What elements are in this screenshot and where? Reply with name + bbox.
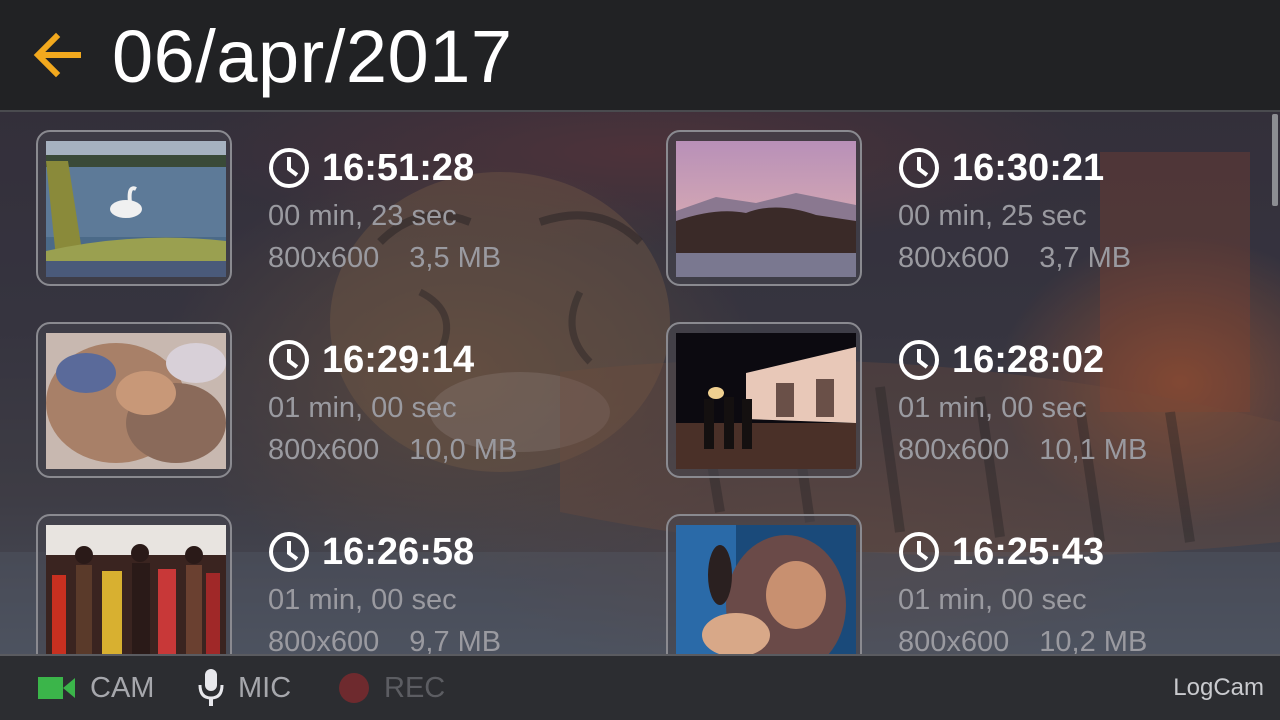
- recording-duration: 00 min, 23 sec: [268, 200, 457, 232]
- recording-file-size: 3,7 MB: [1039, 242, 1132, 274]
- rec-label: REC: [384, 671, 446, 704]
- mic-label: MIC: [238, 671, 292, 704]
- recording-item[interactable]: 16:28:02 01 min, 00 sec 800x600 10,1 MB: [666, 322, 1280, 482]
- recording-file-size: 3,5 MB: [409, 242, 502, 274]
- cam-status[interactable]: CAM: [38, 656, 154, 720]
- recording-time: 16:51:28: [322, 147, 475, 189]
- recording-time: 16:29:14: [322, 339, 475, 381]
- recording-resolution: 800x600: [268, 242, 380, 274]
- recording-resolution: 800x600: [898, 242, 1010, 274]
- thumbnail-frame: [36, 514, 232, 670]
- clock-icon: [269, 532, 309, 572]
- thumbnail-frame: [666, 322, 862, 478]
- clock-icon: [899, 532, 939, 572]
- video-thumbnail: [46, 333, 226, 469]
- recordings-screen: 06/apr/2017 16:51:28 00 min, 23 sec 800x…: [0, 0, 1280, 720]
- recording-duration: 01 min, 00 sec: [268, 392, 457, 424]
- recording-file-size: 10,1 MB: [1039, 434, 1148, 466]
- app-name-label: LogCam: [1173, 674, 1264, 701]
- recording-duration: 00 min, 25 sec: [898, 200, 1087, 232]
- recording-duration: 01 min, 00 sec: [898, 584, 1087, 616]
- video-thumbnail: [46, 141, 226, 277]
- recording-item[interactable]: 16:26:58 01 min, 00 sec 800x600 9,7 MB: [36, 514, 656, 674]
- microphone-icon: [198, 669, 224, 706]
- recording-resolution: 800x600: [268, 434, 380, 466]
- thumbnail-frame: [666, 130, 862, 286]
- thumbnail-frame: [36, 130, 232, 286]
- recording-duration: 01 min, 00 sec: [898, 392, 1087, 424]
- cam-label: CAM: [90, 671, 155, 704]
- video-thumbnail: [46, 525, 226, 661]
- back-button[interactable]: [26, 24, 88, 86]
- record-dot-icon: [339, 673, 369, 703]
- clock-icon: [269, 148, 309, 188]
- video-thumbnail: [676, 525, 856, 661]
- recording-resolution: 800x600: [898, 434, 1010, 466]
- recording-item[interactable]: 16:25:43 01 min, 00 sec 800x600 10,2 MB: [666, 514, 1280, 674]
- recording-file-size: 10,0 MB: [409, 434, 518, 466]
- video-camera-icon: [38, 677, 75, 699]
- rec-status[interactable]: REC: [338, 656, 445, 720]
- recording-time: 16:26:58: [322, 531, 475, 573]
- video-thumbnail: [676, 333, 856, 469]
- clock-icon: [899, 148, 939, 188]
- recording-time: 16:28:02: [952, 339, 1105, 381]
- recording-duration: 01 min, 00 sec: [268, 584, 457, 616]
- video-thumbnail: [676, 141, 856, 277]
- recording-item[interactable]: 16:51:28 00 min, 23 sec 800x600 3,5 MB: [36, 130, 656, 290]
- clock-icon: [269, 340, 309, 380]
- header-bar: 06/apr/2017: [0, 0, 1280, 112]
- page-title: 06/apr/2017: [112, 15, 513, 98]
- recording-item[interactable]: 16:30:21 00 min, 25 sec 800x600 3,7 MB: [666, 130, 1280, 290]
- clock-icon: [899, 340, 939, 380]
- arrow-left-icon: [33, 32, 81, 78]
- mic-status[interactable]: MIC: [198, 656, 291, 720]
- thumbnail-frame: [666, 514, 862, 670]
- thumbnail-frame: [36, 322, 232, 478]
- recording-item[interactable]: 16:29:14 01 min, 00 sec 800x600 10,0 MB: [36, 322, 656, 482]
- status-bar: CAM MIC REC LogCam: [0, 654, 1280, 720]
- recording-time: 16:25:43: [952, 531, 1105, 573]
- recording-time: 16:30:21: [952, 147, 1105, 189]
